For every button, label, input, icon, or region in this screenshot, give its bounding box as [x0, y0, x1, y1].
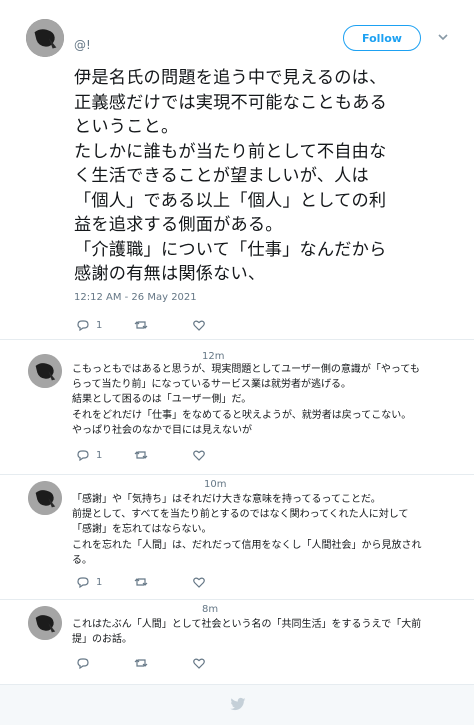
follow-button[interactable]: Follow — [343, 25, 421, 51]
retweet-action[interactable] — [134, 318, 148, 332]
user-handle[interactable]: @! — [74, 38, 91, 52]
like-action[interactable] — [192, 448, 206, 462]
twitter-bird-icon[interactable] — [229, 695, 247, 713]
heart-icon — [193, 577, 205, 588]
heart-icon — [193, 658, 205, 669]
reply-time[interactable]: 8m — [202, 604, 218, 615]
reply-time[interactable]: 12m — [202, 351, 224, 362]
reply-text: これはたぶん「人間」として社会という名の「共同生活」をするうえで「大前 提」のお… — [72, 619, 422, 646]
retweet-icon — [134, 451, 148, 459]
retweet-action[interactable] — [134, 448, 148, 462]
retweet-icon — [134, 578, 148, 586]
avatar[interactable] — [28, 606, 62, 640]
embed-footer — [0, 684, 474, 725]
like-action[interactable] — [192, 656, 206, 670]
reply-time[interactable]: 10m — [204, 479, 226, 490]
retweet-action[interactable] — [134, 575, 148, 589]
reply-text: 「感謝」や「気持ち」はそれだけ大きな意味を持ってるってことだ。 前提として、すべ… — [72, 494, 422, 566]
heart-icon — [193, 450, 205, 461]
avatar-image — [28, 354, 62, 388]
avatar[interactable] — [28, 481, 62, 515]
reply-tweet: 8m これはたぶん「人間」として社会という名の「共同生活」をするうえで「大前 提… — [0, 600, 474, 684]
reply-icon — [77, 450, 89, 462]
reply-count: 1 — [96, 319, 103, 331]
like-action[interactable] — [192, 575, 206, 589]
heart-icon — [193, 320, 205, 331]
chevron-down-icon[interactable] — [436, 30, 450, 44]
reply-count: 1 — [96, 576, 103, 588]
retweet-icon — [134, 321, 148, 329]
like-action[interactable] — [192, 318, 206, 332]
reply-action[interactable]: 1 — [76, 448, 102, 462]
reply-tweet: 10m 「感謝」や「気持ち」はそれだけ大きな意味を持ってるってことだ。 前提とし… — [0, 475, 474, 599]
reply-tweet: 12m こもっともではあると思うが、現実問題としてユーザー側の意識が「やっても … — [0, 341, 474, 474]
avatar-image — [28, 481, 62, 515]
avatar[interactable] — [28, 354, 62, 388]
reply-action[interactable] — [76, 656, 96, 670]
tweet-timestamp[interactable]: 12:12 AM - 26 May 2021 — [74, 292, 197, 303]
reply-icon — [77, 320, 89, 332]
main-tweet: @! Follow 伊是名氏の問題を追う中で見えるのは、 正義感だけでは実現不可… — [0, 0, 474, 340]
reply-icon — [77, 658, 89, 670]
avatar[interactable] — [26, 19, 64, 57]
avatar-image — [26, 19, 64, 57]
reply-action[interactable]: 1 — [76, 575, 102, 589]
tweet-text: 伊是名氏の問題を追う中で見えるのは、 正義感だけでは実現不可能なこともある とい… — [74, 68, 387, 284]
reply-text: こもっともではあると思うが、現実問題としてユーザー側の意識が「やっても らって当… — [72, 364, 420, 436]
reply-icon — [77, 577, 89, 589]
retweet-icon — [134, 659, 148, 667]
reply-count: 1 — [96, 449, 103, 461]
retweet-action[interactable] — [134, 656, 148, 670]
reply-action[interactable]: 1 — [76, 318, 102, 332]
avatar-image — [28, 606, 62, 640]
